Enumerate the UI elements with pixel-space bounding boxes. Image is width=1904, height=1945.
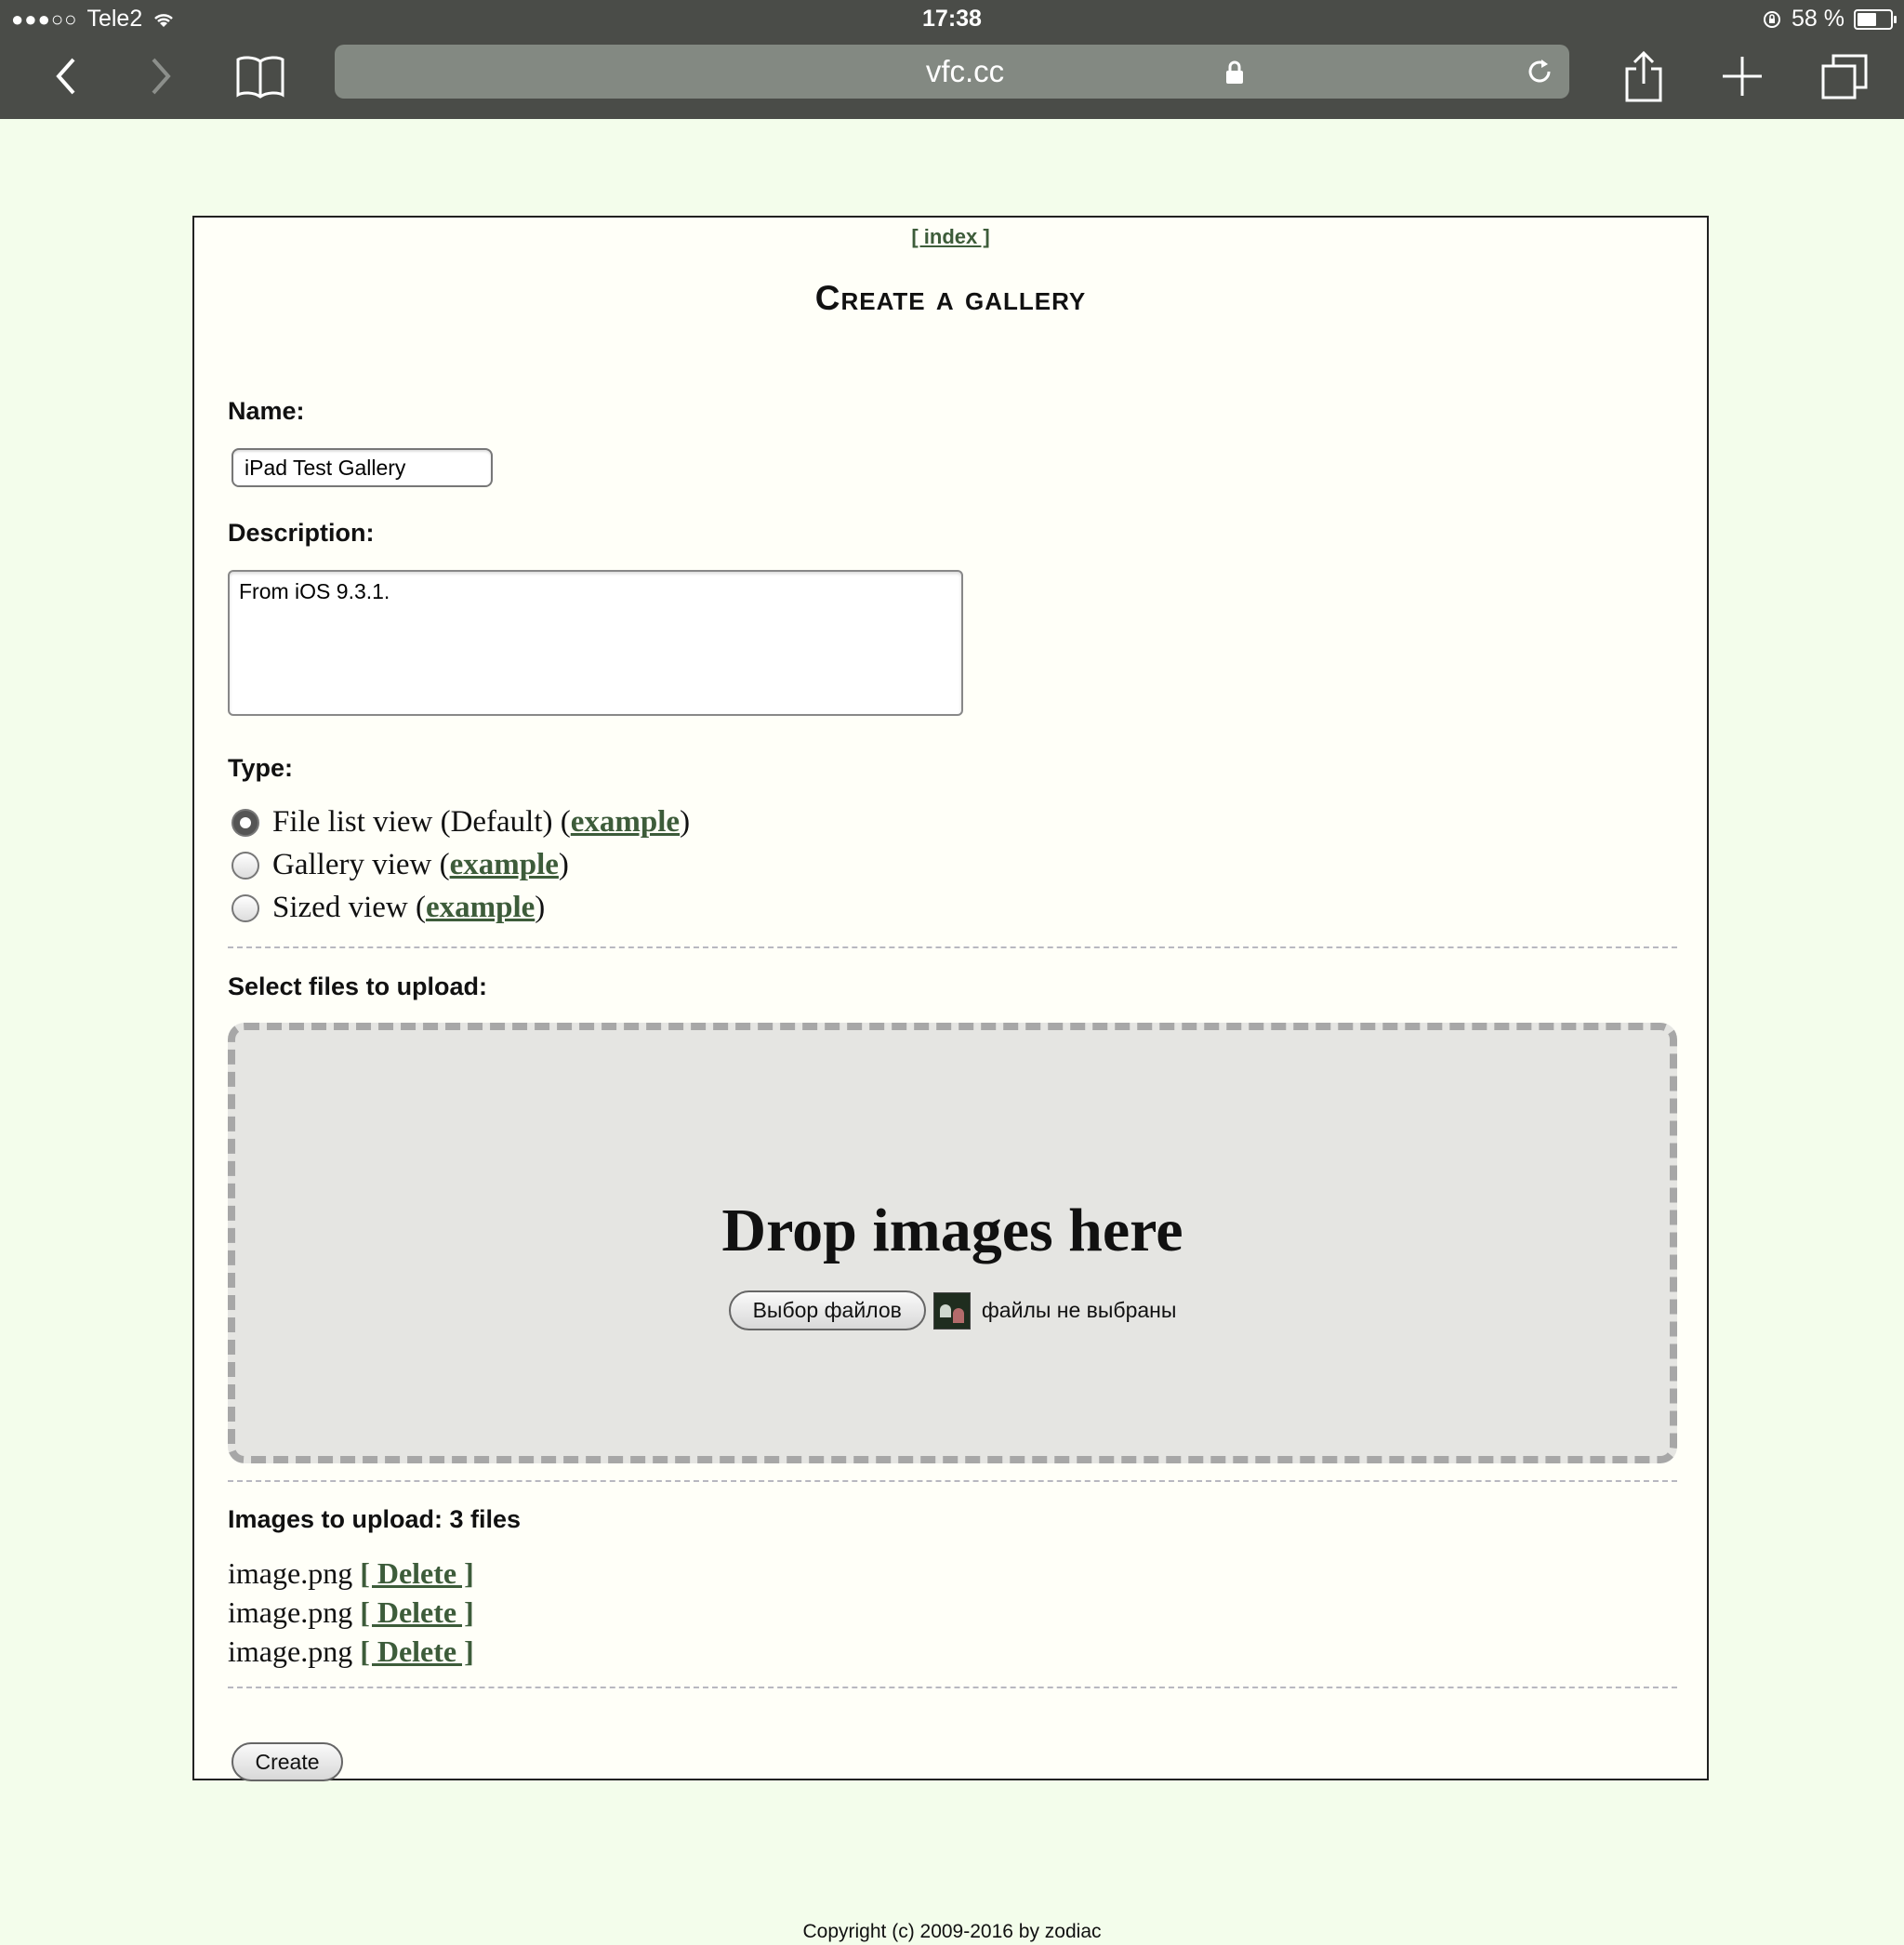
type-option-close: ) xyxy=(535,891,546,924)
name-label: Name: xyxy=(228,397,305,425)
file-status-text: файлы не выбраны xyxy=(981,1298,1177,1322)
create-button[interactable]: Create xyxy=(231,1742,343,1781)
type-option-label: Sized view ( xyxy=(272,891,426,924)
description-textarea[interactable]: From iOS 9.3.1. xyxy=(228,570,963,716)
type-option-gallery[interactable]: Gallery view (example) xyxy=(231,848,569,882)
status-bar: ●●●○○ Tele2 17:38 58 % xyxy=(0,0,1904,37)
upload-filename: image.png xyxy=(228,1595,353,1629)
divider xyxy=(228,946,1677,948)
select-files-label: Select files to upload: xyxy=(228,972,488,1000)
delete-link[interactable]: [ Delete ] xyxy=(360,1556,474,1590)
description-label: Description: xyxy=(228,519,375,547)
upload-list-item: image.png [ Delete ] xyxy=(228,1556,474,1591)
upload-list-item: image.png [ Delete ] xyxy=(228,1595,474,1630)
url-text[interactable]: vfc.cc xyxy=(335,45,1569,99)
delete-link[interactable]: [ Delete ] xyxy=(360,1634,474,1668)
upload-list-item: image.png [ Delete ] xyxy=(228,1634,474,1669)
safari-toolbar: vfc.cc xyxy=(0,37,1904,119)
index-link[interactable]: [ index ] xyxy=(194,225,1707,249)
type-option-close: ) xyxy=(680,805,691,839)
bookmarks-icon[interactable] xyxy=(232,48,288,104)
battery-icon xyxy=(1854,8,1897,30)
tabs-icon[interactable] xyxy=(1817,48,1872,104)
type-option-close: ) xyxy=(558,848,569,881)
radio-gallery[interactable] xyxy=(231,851,259,880)
reload-icon[interactable] xyxy=(1525,57,1554,86)
delete-link[interactable]: [ Delete ] xyxy=(360,1595,474,1629)
page-title: Create a gallery xyxy=(814,279,1087,317)
forward-icon[interactable] xyxy=(134,48,190,104)
upload-filename: image.png xyxy=(228,1634,353,1668)
type-option-label: Gallery view ( xyxy=(272,848,450,881)
example-link[interactable]: example xyxy=(571,805,680,840)
images-to-upload-label: Images to upload: 3 files xyxy=(228,1505,522,1533)
radio-file-list[interactable] xyxy=(231,808,259,837)
copyright-footer: Copyright (c) 2009-2016 by zodiac xyxy=(802,1921,1102,1942)
drop-zone-title: Drop images here xyxy=(721,1197,1183,1264)
image-drop-zone[interactable]: Drop images here Выбор файлов файлы не в… xyxy=(228,1023,1677,1463)
type-option-file-list[interactable]: File list view (Default) (example) xyxy=(231,805,690,840)
lock-icon xyxy=(1226,60,1243,84)
divider xyxy=(228,1687,1677,1688)
type-label: Type: xyxy=(228,754,294,782)
example-link[interactable]: example xyxy=(450,848,559,882)
file-picker: Выбор файлов файлы не выбраны xyxy=(235,1290,1670,1330)
orientation-lock-icon xyxy=(1764,10,1781,28)
radio-sized[interactable] xyxy=(231,893,259,922)
name-input[interactable] xyxy=(231,448,493,487)
type-option-label: File list view (Default) ( xyxy=(272,805,571,839)
upload-filename: image.png xyxy=(228,1556,353,1590)
battery-percent: 58 % xyxy=(1792,6,1844,32)
browser-chrome: ●●●○○ Tele2 17:38 58 % vfc.cc xyxy=(0,0,1904,119)
back-icon[interactable] xyxy=(37,48,93,104)
address-bar[interactable]: vfc.cc xyxy=(335,45,1569,99)
divider xyxy=(228,1480,1677,1482)
choose-files-button[interactable]: Выбор файлов xyxy=(728,1290,926,1330)
new-tab-icon[interactable] xyxy=(1714,48,1770,104)
share-icon[interactable] xyxy=(1616,48,1672,104)
photo-thumbnail-icon xyxy=(932,1291,971,1330)
status-time: 17:38 xyxy=(922,6,982,32)
gallery-form-panel: [ index ] Create a gallery Name: Descrip… xyxy=(192,216,1709,1781)
type-option-sized[interactable]: Sized view (example) xyxy=(231,891,545,925)
example-link[interactable]: example xyxy=(426,891,535,925)
